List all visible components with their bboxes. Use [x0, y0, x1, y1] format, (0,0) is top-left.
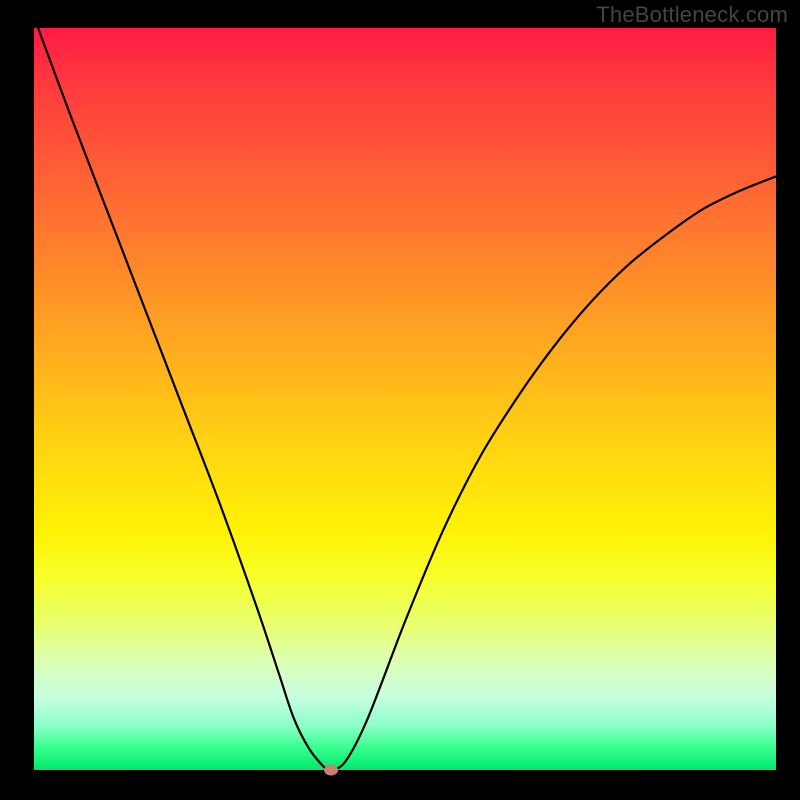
- bottleneck-curve: [34, 28, 776, 770]
- chart-plot-area: [34, 28, 776, 770]
- watermark-text: TheBottleneck.com: [596, 2, 788, 28]
- minimum-marker: [324, 765, 338, 776]
